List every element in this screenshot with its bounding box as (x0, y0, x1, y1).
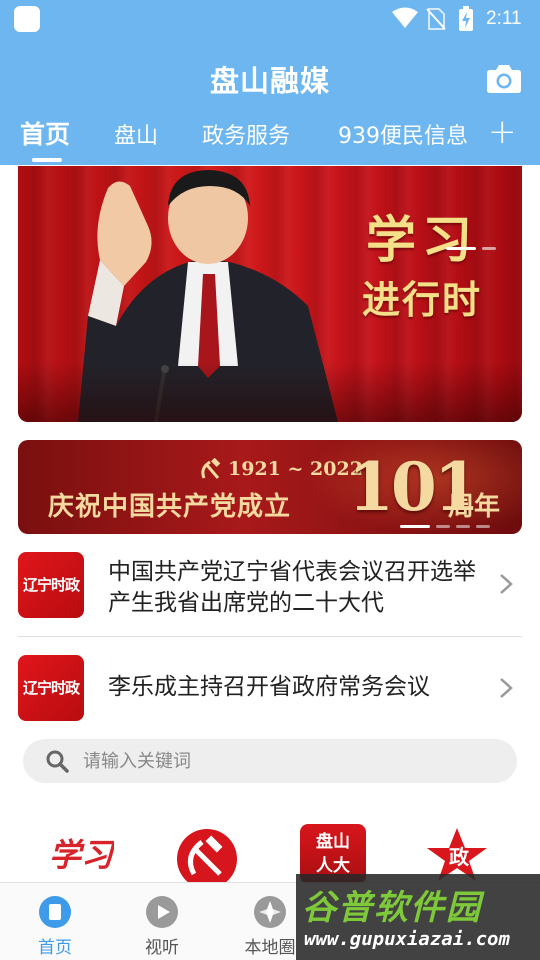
chevron-right-icon (500, 678, 513, 698)
list-item[interactable]: 辽宁时政 中国共产党辽宁省代表会议召开选举产生我省出席党的二十大代 (18, 550, 522, 630)
search-icon (46, 750, 69, 773)
wifi-icon (392, 7, 418, 28)
news-title: 李乐成主持召开省政府常务会议 (108, 674, 430, 700)
status-time: 2:11 (486, 8, 522, 29)
pagination-dot (456, 525, 470, 528)
chevron-right-icon (500, 574, 513, 594)
shortcut-xuexi[interactable]: 学习 (48, 826, 117, 882)
channel-tabs: 首页 盘山 政务服务 939便民信息 + (0, 112, 540, 162)
search-bar[interactable] (23, 739, 517, 783)
tab-home[interactable]: 首页 (20, 115, 70, 151)
notification-app-icon (14, 6, 40, 32)
tab-convenience-info[interactable]: 939便民信息 (338, 118, 468, 150)
news-thumbnail: 辽宁时政 (18, 655, 84, 721)
compass-icon (254, 896, 286, 928)
pagination-dot-active (446, 247, 476, 250)
search-input[interactable] (83, 745, 483, 777)
anniversary-slogan: 庆祝中国共产党成立 (48, 492, 292, 522)
pagination-dot-active (400, 525, 430, 528)
add-tab-button[interactable]: + (488, 112, 517, 152)
play-icon (146, 896, 178, 928)
news-thumbnail: 辽宁时政 (18, 552, 84, 618)
party-emblem-icon (177, 829, 237, 889)
main-banner-carousel[interactable]: 学习 进行时 (18, 166, 522, 422)
watermark-brand: 谷普软件园 (302, 888, 482, 928)
nav-home-label: 首页 (38, 938, 72, 958)
panshan-renda-label: 盘山人大 (316, 832, 350, 876)
shortcut-row: 学习 盘山人大 政 (0, 818, 540, 889)
tab-government-services[interactable]: 政务服务 (202, 118, 290, 150)
nav-home[interactable]: 首页 (0, 883, 110, 960)
hammer-sickle-icon (201, 458, 221, 479)
app-header: 2:11 盘山融媒 首页 盘山 政务服务 939便民信息 + (0, 0, 540, 165)
main-banner-pagination (446, 238, 502, 257)
pagination-dot (436, 525, 450, 528)
nav-audiovisual-label: 视听 (145, 938, 179, 958)
active-tab-indicator (32, 158, 62, 162)
red-star-label: 政 (449, 845, 470, 869)
watermark-url: www.gupuxiazai.com (304, 928, 510, 950)
list-item[interactable]: 辽宁时政 李乐成主持召开省政府常务会议 (18, 654, 522, 724)
pagination-dot (476, 525, 490, 528)
nav-audiovisual[interactable]: 视听 (107, 883, 217, 960)
battery-charging-icon (459, 6, 473, 31)
list-divider (18, 636, 522, 637)
home-icon (39, 896, 71, 928)
banner-bottom-shade (18, 362, 522, 422)
anniversary-years: 1921 ~ 2022 (228, 458, 363, 480)
banner-heading-in-progress: 进行时 (362, 277, 483, 322)
xuexi-logo-text: 学习 (49, 836, 114, 874)
camera-icon[interactable] (486, 62, 522, 94)
pagination-dot (482, 247, 496, 250)
anniversary-banner-pagination (400, 516, 496, 535)
no-sim-icon (426, 8, 446, 30)
site-watermark: 谷普软件园 www.gupuxiazai.com (296, 874, 540, 960)
banner-heading-study: 学习 (366, 210, 478, 269)
news-title: 中国共产党辽宁省代表会议召开选举产生我省出席党的二十大代 (108, 559, 476, 616)
status-bar: 2:11 (0, 0, 540, 38)
xuexi-logo-icon: 学习 (49, 836, 117, 874)
app-title: 盘山融媒 (209, 64, 330, 98)
tab-panshan[interactable]: 盘山 (114, 118, 158, 150)
